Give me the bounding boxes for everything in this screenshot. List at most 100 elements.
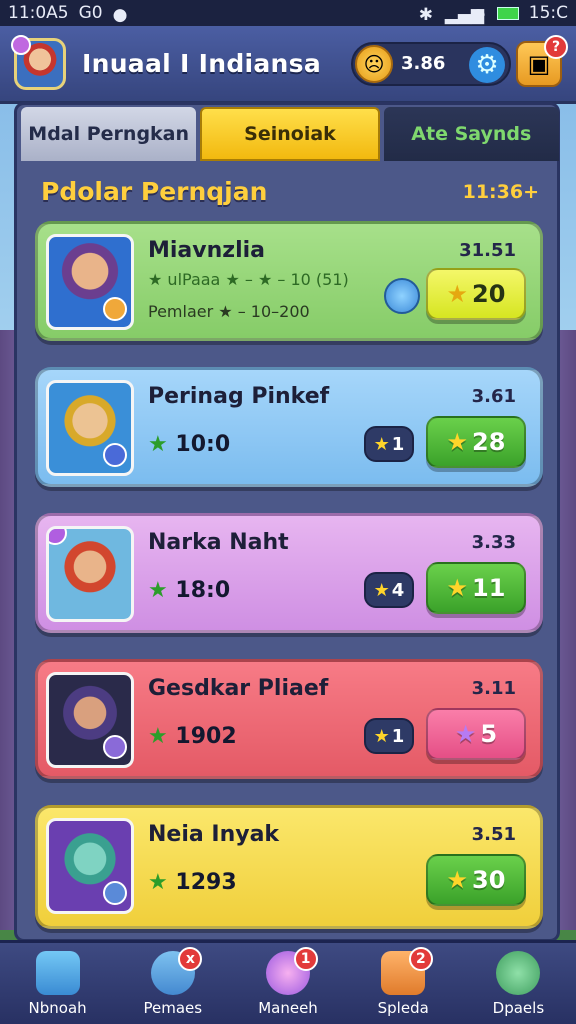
nav-label: Spleda [377,998,429,1017]
mailbox-button[interactable]: ▣ ? [516,34,568,87]
bluetooth-icon: ✱ [418,5,434,25]
hero-portrait [46,380,134,476]
section-title: Pdolar Pernqjan [41,177,268,206]
tab-mdal-perngkan[interactable]: Mdal Perngkan [21,107,197,161]
home-icon [35,950,80,995]
card-score: ★ 18:0 [148,578,230,603]
star-icon: ★ [446,866,469,894]
list-item[interactable]: Neia Inyak 3.51 ★ 1293 ★ 30 [35,805,543,929]
star-icon: ★ [446,280,469,308]
card-score-value: 1902 [175,724,237,749]
nav-label: Nbnoah [28,998,87,1017]
status-bar: 11:0A5 G0 ● ✱ ▂▄▆ ◠ 15:C [0,0,576,26]
hero-badge-icon [103,297,127,321]
star-count-pill: ★ 4 [364,572,414,608]
card-name: Neia Inyak [148,822,280,847]
app-title: Inuaal I Indiansa [82,49,321,78]
card-score: ★ 1902 [148,724,237,749]
nav-label: Dpaels [492,998,545,1017]
nav-badge: 1 [293,947,318,971]
reward-button[interactable]: ★ 11 [426,562,526,614]
avatar-gem-icon [11,34,31,55]
tab-bar: Mdal Perngkan Seinoiak Ate Saynds [21,107,559,161]
card-score: ★ 10:0 [148,432,230,457]
list-item[interactable]: Gesdkar Pliaef 3.11 ★ 1902 ★ 1 ★ 5 [35,659,543,779]
card-number: 31.51 [459,240,516,261]
reward-value: 20 [472,280,506,308]
nav-item-maneeh[interactable]: 1 Maneeh [230,943,345,1024]
star-icon: ★ [454,720,477,748]
star-count-pill: ★ 1 [364,426,414,462]
card-score: ★ 1293 [148,870,237,895]
reward-button[interactable]: ★ 28 [426,416,526,468]
hero-badge-icon [103,735,127,759]
hero-badge-icon [49,529,67,545]
status-time-right: 15:C [528,3,568,23]
card-score-value: 10:0 [175,432,231,457]
reward-value: 11 [472,574,506,602]
reward-button[interactable]: ★ 5 [426,708,526,760]
reward-button[interactable]: ★ 20 [426,268,526,320]
nav-label: Pemaes [143,998,203,1017]
coin-face-icon: ☹ [355,44,393,83]
battery-icon [496,6,519,20]
notification-icon: ● [112,5,128,25]
nav-label: Maneeh [258,998,318,1017]
reward-value: 5 [480,720,498,748]
app-header: Inuaal I Indiansa ☹ 3.86 ⚙ ▣ ? [0,26,576,104]
card-number: 3.51 [471,824,516,845]
star-count: 1 [391,725,405,747]
face-icon[interactable] [384,278,420,314]
signal-icon: ▂▄▆ [444,5,484,25]
card-name: Perinag Pinkef [148,384,330,409]
settings-gear-icon[interactable]: ⚙ [469,46,505,83]
nav-item-pemaes[interactable]: x Pemaes [115,943,230,1024]
hero-badge-icon [103,443,127,467]
status-time-left: 11:0A5 [8,3,69,23]
star-count: 1 [391,433,405,455]
card-name: Narka Naht [148,530,289,555]
star-icon: ★ [148,578,168,603]
star-icon: ★ [148,724,168,749]
tab-ate-saynds[interactable]: Ate Saynds [383,107,559,161]
hero-portrait [46,672,134,768]
mail-badge: ? [544,34,568,59]
star-icon: ★ [373,433,390,455]
star-icon: ★ [373,725,390,747]
nav-item-nbnoah[interactable]: Nbnoah [0,943,115,1024]
hero-portrait [46,234,134,330]
star-count-pill: ★ 1 [364,718,414,754]
creature-icon [496,950,541,995]
coin-value: 3.86 [401,53,446,74]
card-score-value: 18:0 [175,578,231,603]
card-name: Miavnzlia [148,238,266,263]
list-item[interactable]: Perinag Pinkef 3.61 ★ 10:0 ★ 1 ★ 28 [35,367,543,487]
reward-value: 28 [472,428,506,456]
list-item[interactable]: Miavnzlia 31.51 ★ ulPaaa ★ – ★ – 10 (51)… [35,221,543,341]
star-icon: ★ [148,870,168,895]
nav-badge: 2 [408,947,433,971]
nav-item-dpaels[interactable]: Dpaels [461,943,576,1024]
list-item[interactable]: Narka Naht 3.33 ★ 18:0 ★ 4 ★ 11 [35,513,543,633]
player-avatar[interactable] [11,34,66,90]
card-name: Gesdkar Pliaef [148,676,329,701]
wifi-icon: ◠ [470,5,486,25]
card-number: 3.11 [471,678,516,699]
star-icon: ★ [446,428,469,456]
bottom-navigation: Nbnoah x Pemaes 1 Maneeh 2 Spleda Dpaels [0,940,576,1024]
hero-portrait [46,526,134,622]
star-icon: ★ [373,579,390,601]
card-score-value: 1293 [175,870,237,895]
coin-balance[interactable]: ☹ 3.86 ⚙ [351,41,511,86]
card-number: 3.61 [471,386,516,407]
nav-item-spleda[interactable]: 2 Spleda [346,943,461,1024]
hero-badge-icon [103,881,127,905]
star-icon: ★ [148,432,168,457]
card-number: 3.33 [471,532,516,553]
tab-seinoiak[interactable]: Seinoiak [200,107,380,161]
section-time: 11:36+ [462,181,539,203]
main-panel: Mdal Perngkan Seinoiak Ate Saynds Pdolar… [14,102,560,942]
star-count: 4 [391,579,405,601]
reward-button[interactable]: ★ 30 [426,854,526,906]
card-detail-line: ★ ulPaaa ★ – ★ – 10 (51) [148,270,349,289]
